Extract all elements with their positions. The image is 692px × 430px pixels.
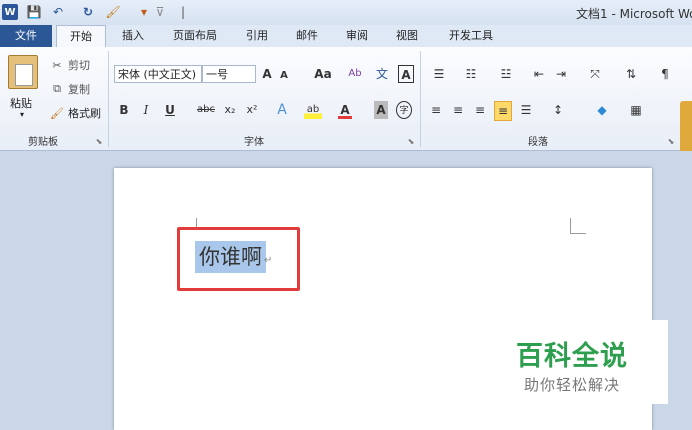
format-painter-icon: 🖌 xyxy=(50,106,64,120)
text-effects-icon[interactable]: A xyxy=(274,101,290,119)
watermark-subtitle: 助你轻松解决 xyxy=(524,376,621,394)
divider xyxy=(108,51,109,147)
clipboard-launcher-icon[interactable]: ⬊ xyxy=(94,133,104,151)
cut-label: 剪切 xyxy=(68,59,90,72)
multilevel-list-icon[interactable]: ☳ xyxy=(494,65,518,83)
separator-icon: | xyxy=(180,5,186,19)
save-icon[interactable]: 💾 xyxy=(26,3,42,21)
align-right-icon[interactable]: ≡ xyxy=(472,101,488,119)
paragraph-group-label: 段落 xyxy=(528,137,548,148)
character-shading-icon[interactable]: A xyxy=(374,101,388,119)
tab-developer[interactable]: 开发工具 xyxy=(444,25,498,47)
paragraph-launcher-icon[interactable]: ⬊ xyxy=(666,133,676,151)
redo-icon[interactable]: ↻ xyxy=(80,3,96,21)
copy-label: 复制 xyxy=(68,83,90,96)
font-group-label: 字体 xyxy=(244,137,264,148)
undo-icon[interactable]: ↶ xyxy=(48,3,68,21)
tab-home[interactable]: 开始 xyxy=(56,25,106,49)
underline-button[interactable]: U xyxy=(164,101,176,119)
font-color-icon[interactable]: A xyxy=(338,101,352,119)
tab-insert[interactable]: 插入 xyxy=(118,25,148,47)
paste-button[interactable]: 粘贴 xyxy=(10,95,32,111)
subscript-button[interactable]: x₂ xyxy=(222,101,238,119)
divider xyxy=(420,51,421,147)
font-size-select[interactable]: 一号 xyxy=(202,65,256,83)
document-title: 文档1 - Microsoft Word xyxy=(576,7,692,21)
scissors-icon: ✂ xyxy=(52,58,62,72)
format-painter-label: 格式刷 xyxy=(68,107,101,120)
paste-dropdown-icon[interactable]: ▾ xyxy=(20,110,24,119)
tab-page-layout[interactable]: 页面布局 xyxy=(168,25,222,47)
watermark: 百科全说 助你轻松解决 xyxy=(508,320,668,404)
copy-button[interactable]: ⧉ 复制 xyxy=(50,81,90,97)
watermark-title: 百科全说 xyxy=(516,341,628,372)
paragraph-mark: ↵ xyxy=(264,255,273,266)
increase-indent-icon[interactable]: ⇥ xyxy=(552,65,570,83)
phonetic-guide-icon[interactable]: 文 xyxy=(374,65,390,83)
numbering-icon[interactable]: ☷ xyxy=(460,65,482,83)
font-launcher-icon[interactable]: ⬊ xyxy=(406,133,416,151)
copy-icon: ⧉ xyxy=(53,82,61,95)
margin-corner-top-right xyxy=(570,218,586,234)
ribbon-tabs: 文件 开始 插入 页面布局 引用 邮件 审阅 视图 开发工具 xyxy=(0,25,692,49)
ribbon: 粘贴 ▾ ✂ 剪切 ⧉ 复制 🖌 格式刷 剪贴板 ⬊ 宋体 (中文正文) 一号 … xyxy=(0,47,692,181)
shrink-font-icon[interactable]: A xyxy=(278,67,290,85)
tab-view[interactable]: 视图 xyxy=(392,25,422,47)
italic-button[interactable]: I xyxy=(140,101,152,119)
borders-icon[interactable]: ▦ xyxy=(624,101,648,119)
bold-button[interactable]: B xyxy=(118,101,130,119)
strikethrough-button[interactable]: abc xyxy=(196,101,216,119)
chinese-layout-icon[interactable]: ⤧ xyxy=(584,65,606,83)
superscript-button[interactable]: x² xyxy=(244,101,260,119)
title-bar: W 💾 ↶ ↻ 🖌 ▾ ⊽ | 文档1 - Microsoft Word xyxy=(0,0,692,25)
sort-icon[interactable]: ⇅ xyxy=(622,65,640,83)
decrease-indent-icon[interactable]: ⇤ xyxy=(530,65,548,83)
tab-mailings[interactable]: 邮件 xyxy=(292,25,322,47)
tab-references[interactable]: 引用 xyxy=(242,25,272,47)
change-case-icon[interactable]: Aa xyxy=(312,65,334,83)
enclose-characters-icon[interactable]: 字 xyxy=(396,101,412,119)
quick-access-more-icon[interactable]: ▾ xyxy=(138,3,150,21)
justify-icon[interactable]: ≡ xyxy=(494,101,512,121)
distributed-icon[interactable]: ☰ xyxy=(518,101,534,119)
line-spacing-icon[interactable]: ↕ xyxy=(546,101,570,119)
tab-file[interactable]: 文件 xyxy=(0,25,52,47)
format-painter-button[interactable]: 🖌 格式刷 xyxy=(50,105,101,121)
font-name-select[interactable]: 宋体 (中文正文) xyxy=(114,65,202,83)
cut-button[interactable]: ✂ 剪切 xyxy=(50,57,90,73)
clipboard-group-label: 剪贴板 xyxy=(28,137,58,148)
word-logo-icon: W xyxy=(2,4,18,20)
show-marks-icon[interactable]: ¶ xyxy=(658,65,672,83)
shading-icon[interactable]: ◆ xyxy=(590,101,614,119)
bullets-icon[interactable]: ☰ xyxy=(428,65,450,83)
highlight-color-icon[interactable]: ab xyxy=(304,101,322,119)
character-border-icon[interactable]: A xyxy=(398,65,414,83)
customize-icon[interactable]: ⊽ xyxy=(152,3,168,21)
paste-icon[interactable] xyxy=(8,55,38,89)
clear-format-icon[interactable]: Ab xyxy=(346,65,364,83)
selected-text[interactable]: 你谁啊 xyxy=(195,241,266,273)
grow-font-icon[interactable]: A xyxy=(260,65,274,83)
align-center-icon[interactable]: ≡ xyxy=(450,101,466,119)
tab-review[interactable]: 审阅 xyxy=(342,25,372,47)
align-left-icon[interactable]: ≡ xyxy=(428,101,444,119)
format-brush-icon[interactable]: 🖌 xyxy=(104,3,122,21)
